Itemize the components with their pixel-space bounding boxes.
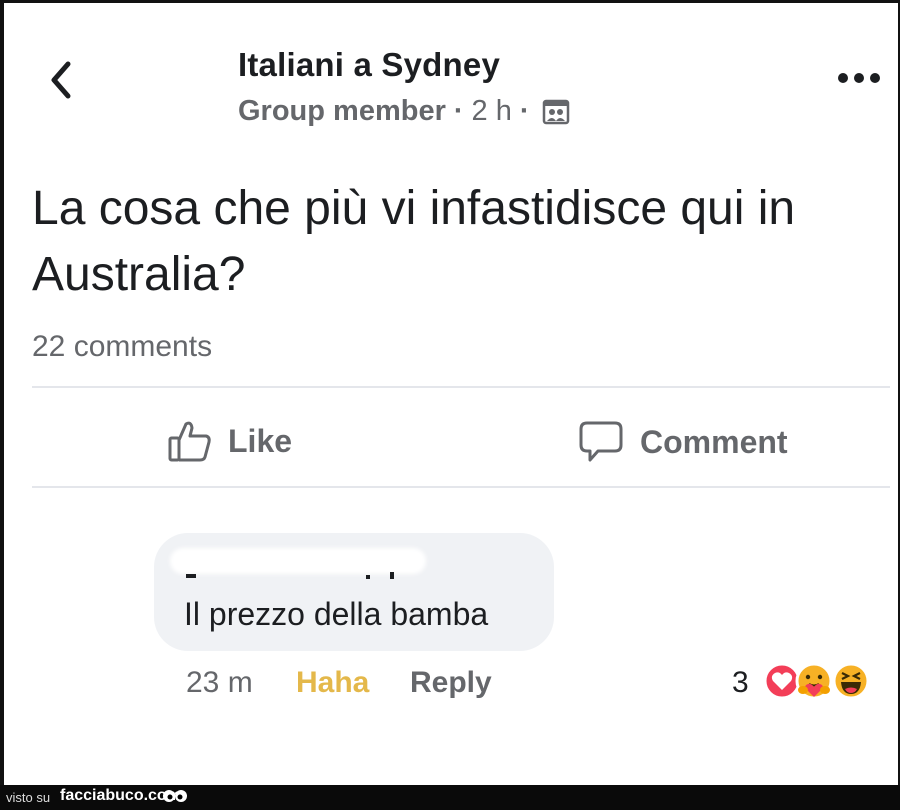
haha-reaction-button[interactable]: Haha — [296, 666, 369, 700]
care-icon — [795, 662, 833, 700]
post-meta: Group member · 2 h · — [238, 95, 570, 128]
image-frame-top — [0, 0, 900, 3]
redacted-commenter-name — [170, 548, 426, 574]
post-text: La cosa che più vi infastidisce qui in A… — [32, 182, 796, 301]
comment-label: Comment — [640, 423, 788, 460]
post-time[interactable]: 2 h — [472, 95, 512, 128]
eyes-logo-icon — [163, 790, 187, 802]
more-options-button[interactable] — [836, 66, 882, 90]
comment-button[interactable]: Comment — [578, 420, 788, 464]
thumbs-up-icon — [168, 421, 211, 462]
chevron-left-icon — [51, 61, 71, 99]
back-button[interactable] — [44, 58, 78, 102]
divider-bottom — [32, 486, 890, 488]
reaction-summary[interactable] — [760, 659, 880, 703]
reply-button[interactable]: Reply — [410, 666, 492, 700]
member-role: Group member — [238, 95, 446, 127]
redacted-name-remnant — [186, 572, 394, 579]
divider-top — [32, 386, 890, 388]
comment-text: Il prezzo della bamba — [184, 596, 489, 632]
watermark-prefix: visto su — [6, 790, 51, 805]
like-button[interactable]: Like — [168, 420, 292, 462]
meta-separator: · — [453, 95, 464, 127]
group-audience-icon — [542, 99, 569, 124]
speech-bubble-icon — [579, 421, 623, 462]
group-name[interactable]: Italiani a Sydney — [238, 46, 500, 84]
comment-time[interactable]: 23 m — [186, 666, 253, 700]
more-dots-icon — [838, 73, 880, 83]
haha-icon — [832, 662, 870, 700]
comments-count[interactable]: 22 comments — [32, 330, 212, 364]
reaction-count[interactable]: 3 — [732, 666, 749, 700]
meta-separator: · — [519, 95, 530, 127]
image-frame-left — [0, 0, 4, 785]
like-label: Like — [228, 422, 293, 459]
love-icon — [763, 662, 801, 700]
